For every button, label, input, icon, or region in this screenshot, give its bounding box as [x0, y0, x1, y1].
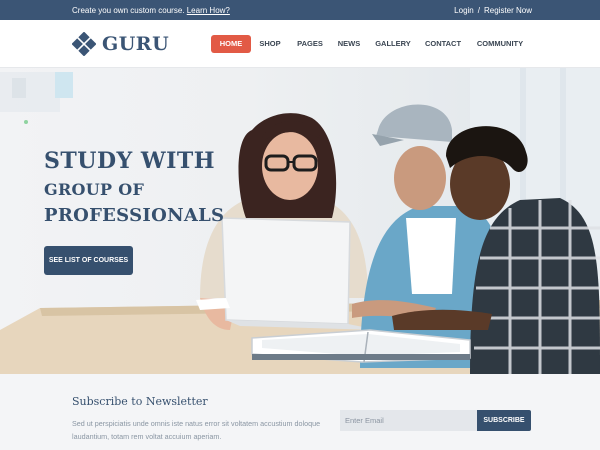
main-nav: HOME SHOP PAGES NEWS GALLERY CONTACT COM… [0, 35, 600, 53]
nav-community[interactable]: COMMUNITY [475, 35, 525, 53]
nav-news[interactable]: NEWS [336, 35, 362, 53]
auth-links: Login / Register Now [454, 6, 532, 15]
register-link[interactable]: Register Now [484, 6, 532, 15]
hero-heading-line3: PROFESSIONALS [44, 205, 225, 226]
subscribe-button[interactable]: SUBSCRIBE [477, 410, 531, 431]
newsletter-section: Subscribe to Newsletter Sed ut perspicia… [0, 374, 600, 450]
newsletter-description: Sed ut perspiciatis unde omnis iste natu… [72, 419, 321, 441]
top-bar: Create you own custom course. Learn How?… [0, 0, 600, 20]
learn-how-link[interactable]: Learn How? [187, 6, 230, 15]
newsletter-title: Subscribe to Newsletter [72, 395, 208, 408]
see-courses-button[interactable]: SEE LIST OF COURSES [44, 246, 133, 275]
promo-text: Create you own custom course. [72, 6, 185, 15]
nav-contact[interactable]: CONTACT [424, 35, 462, 53]
nav-pages[interactable]: PAGES [295, 35, 325, 53]
site-header: GURU HOME SHOP PAGES NEWS GALLERY CONTAC… [0, 20, 600, 68]
promo-message: Create you own custom course. Learn How? [72, 6, 230, 15]
hero-heading: STUDY WITH GROUP OF PROFESSIONALS [44, 148, 224, 226]
nav-shop[interactable]: SHOP [256, 35, 284, 53]
hero-heading-line2: GROUP OF [44, 180, 145, 199]
auth-separator: / [477, 6, 480, 15]
nav-gallery[interactable]: GALLERY [374, 35, 412, 53]
hero-banner: STUDY WITH GROUP OF PROFESSIONALS SEE LI… [0, 68, 600, 374]
hero-heading-line1: STUDY WITH [44, 148, 216, 174]
email-input[interactable] [340, 410, 477, 431]
login-link[interactable]: Login [454, 6, 474, 15]
nav-home[interactable]: HOME [211, 35, 251, 53]
